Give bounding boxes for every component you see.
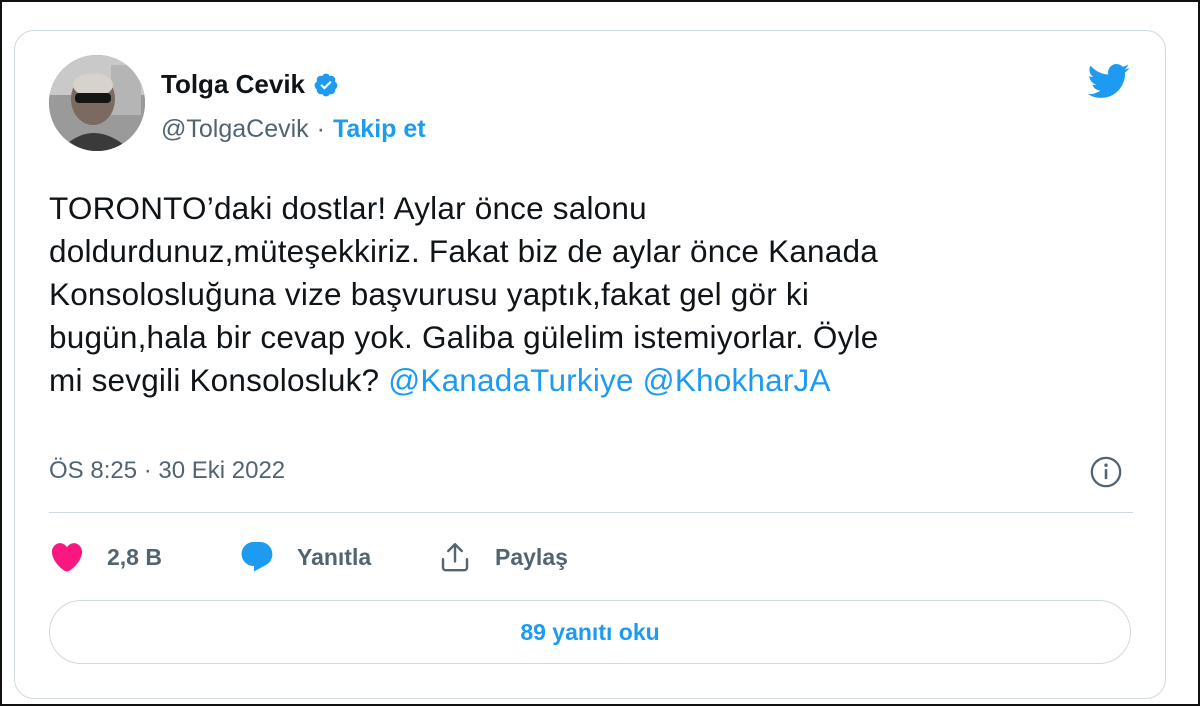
tweet-text: TORONTO’daki dostlar! Aylar önce salonu … [49,187,1139,402]
tweet-text-line: doldurdunuz,müteşekkiriz. Fakat biz de a… [49,233,878,269]
follow-link[interactable]: Takip et [333,115,426,144]
tweet-text-line: TORONTO’daki dostlar! Aylar önce salonu [49,190,647,226]
speech-bubble-icon [241,542,273,572]
tweet-card: Tolga Cevik @TolgaCevik · Takip et TORON… [14,30,1166,699]
twitter-bird-icon[interactable] [1083,59,1133,103]
author-display-name[interactable]: Tolga Cevik [161,69,305,100]
read-replies-button[interactable]: 89 yanıtı oku [49,600,1131,664]
author-handle[interactable]: @TolgaCevik [161,115,309,144]
divider [49,512,1133,513]
reply-label: Yanıtla [297,543,372,570]
mention-khokharja[interactable]: @KhokharJA [643,362,831,398]
tweet-text-last-line: mi sevgili Konsolosluk? @KanadaTurkiye @… [49,359,1139,402]
reply-button[interactable]: Yanıtla [239,539,437,575]
like-button[interactable]: 2,8 B [49,539,239,575]
tweet-text-line: mi sevgili Konsolosluk? [49,362,380,398]
avatar-photo [49,55,145,151]
screenshot-frame: Tolga Cevik @TolgaCevik · Takip et TORON… [0,0,1200,706]
heart-icon [51,543,83,572]
mention-kanadaturkiye[interactable]: @KanadaTurkiye [388,362,633,398]
like-count: 2,8 B [107,543,162,570]
author-handle-row: @TolgaCevik · Takip et [161,115,426,144]
handle-separator: · [316,115,325,143]
avatar[interactable] [49,55,145,151]
tweet-actions: 2,8 B Yanıtla Paylaş [49,539,568,575]
verified-badge-icon [314,73,338,96]
tweet-text-line: Konsolosluğuna vize başvurusu yaptık,fak… [49,276,810,312]
share-button[interactable]: Paylaş [437,539,568,575]
info-icon[interactable] [1089,455,1123,489]
tweet-text-line: bugün,hala bir cevap yok. Galiba gülelim… [49,319,879,355]
author-name-row: Tolga Cevik [161,69,339,100]
share-label: Paylaş [495,543,568,570]
tweet-timestamp[interactable]: ÖS 8:25 · 30 Eki 2022 [49,457,285,485]
share-icon [441,543,469,572]
